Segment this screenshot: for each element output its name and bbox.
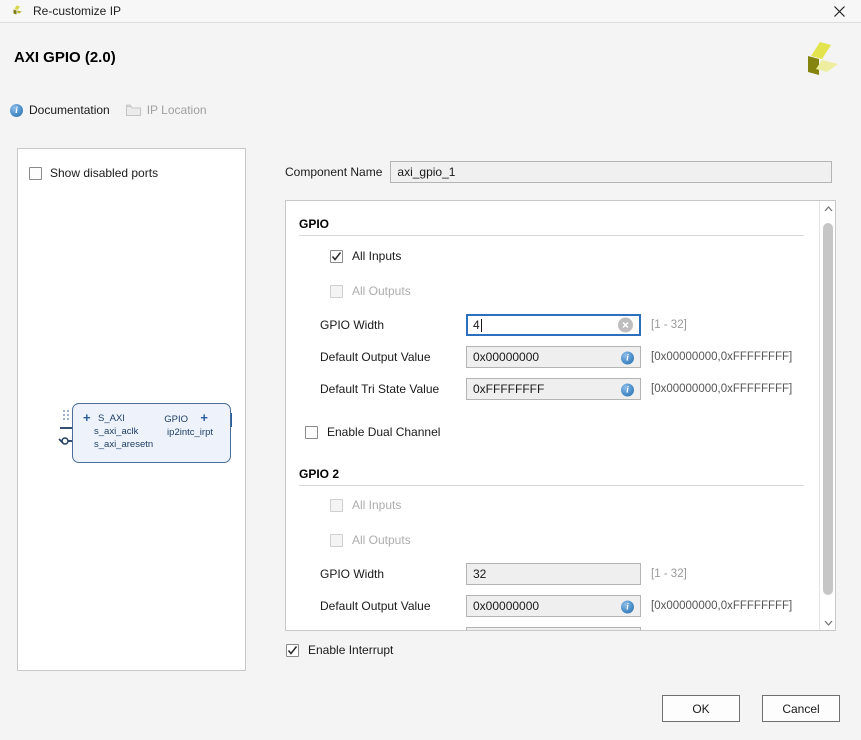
group-rule-gpio xyxy=(299,235,804,236)
enable-dual-channel-checkbox-box xyxy=(305,425,318,439)
port-label-gpio: GPIO xyxy=(164,414,188,425)
component-name-row: Component Name axi_gpio_1 xyxy=(285,160,836,183)
gpio-expand-icon[interactable]: + xyxy=(200,411,208,424)
show-disabled-ports-checkbox[interactable]: Show disabled ports xyxy=(29,166,158,180)
gpio2-clipped-input[interactable] xyxy=(466,627,641,630)
ok-button[interactable]: OK xyxy=(662,695,740,722)
enable-dual-channel-label: Enable Dual Channel xyxy=(327,425,441,439)
show-disabled-ports-checkbox-box xyxy=(29,166,42,180)
window-title: Re-customize IP xyxy=(33,4,122,18)
gpio2-default-output-value-text: 0x00000000 xyxy=(473,599,540,613)
info-icon: i xyxy=(10,103,23,117)
port-label-s-axi-aresetn: s_axi_aresetn xyxy=(94,439,154,450)
enable-interrupt-checkbox[interactable]: Enable Interrupt xyxy=(286,643,393,657)
saxi-expand-icon[interactable]: + xyxy=(83,411,91,424)
gpio2-default-output-value-row: Default Output Value 0x00000000 i [0x000… xyxy=(320,595,792,617)
ip-block-diagram: + S_AXI s_axi_aclk s_axi_aresetn GPIO + … xyxy=(54,398,234,468)
cancel-button[interactable]: Cancel xyxy=(762,695,840,722)
enable-interrupt-checkbox-box xyxy=(286,643,299,657)
gpio-width-input-value: 4 xyxy=(473,318,480,332)
gpio-width-range: [1 - 32] xyxy=(651,319,687,331)
gpio2-width-input-value: 32 xyxy=(473,567,487,581)
scroll-down-icon[interactable] xyxy=(820,615,835,630)
gpio-default-output-value-input[interactable]: 0x00000000 i xyxy=(466,346,641,368)
info-icon[interactable]: i xyxy=(621,599,634,614)
gpio2-default-output-value-range: [0x00000000,0xFFFFFFFF] xyxy=(651,600,793,612)
gpio-all-outputs-label: All Outputs xyxy=(352,284,411,298)
close-icon[interactable] xyxy=(817,0,861,23)
gpio-default-tri-state-value-range: [0x00000000,0xFFFFFFFF] xyxy=(651,383,793,395)
gpio-all-outputs-checkbox-box xyxy=(330,284,343,298)
dialog-header: AXI GPIO (2.0) i Documentation IP Locati… xyxy=(0,24,861,128)
component-name-input[interactable]: axi_gpio_1 xyxy=(390,160,833,183)
ip-config-scroll-pane: GPIO All Inputs All Outputs GPIO Width 4 xyxy=(285,200,836,631)
header-links: i Documentation IP Location xyxy=(10,103,207,117)
gpio-width-row: GPIO Width 4 [1 - 32] xyxy=(320,314,687,336)
port-label-s-axi: S_AXI xyxy=(98,413,125,424)
gpio-default-output-value-text: 0x00000000 xyxy=(473,350,540,364)
page-title: AXI GPIO (2.0) xyxy=(14,49,116,66)
gpio2-all-outputs-checkbox-box xyxy=(330,533,343,547)
xilinx-logo xyxy=(795,36,843,84)
group-rule-gpio2 xyxy=(299,485,804,486)
gpio2-clipped-row xyxy=(320,627,641,630)
gpio2-width-row: GPIO Width 32 [1 - 32] xyxy=(320,563,687,585)
vertical-scrollbar[interactable] xyxy=(819,201,835,630)
gpio2-default-output-value-label: Default Output Value xyxy=(320,599,431,613)
group-title-gpio2: GPIO 2 xyxy=(299,467,340,481)
gpio-all-inputs-checkbox[interactable]: All Inputs xyxy=(330,249,401,263)
folder-icon xyxy=(125,104,141,116)
gpio-default-output-value-row: Default Output Value 0x00000000 i [0x000… xyxy=(320,346,792,368)
documentation-link[interactable]: i Documentation xyxy=(10,103,110,117)
enable-dual-channel-checkbox[interactable]: Enable Dual Channel xyxy=(305,425,440,439)
gpio2-width-input[interactable]: 32 xyxy=(466,563,641,585)
gpio-default-tri-state-value-label: Default Tri State Value xyxy=(320,382,440,396)
gpio-width-label: GPIO Width xyxy=(320,318,385,332)
gpio2-all-inputs-label: All Inputs xyxy=(352,498,402,512)
documentation-link-label: Documentation xyxy=(29,103,110,117)
port-label-ip2intc-irpt: ip2intc_irpt xyxy=(167,427,213,438)
gpio2-all-outputs-checkbox[interactable]: All Outputs xyxy=(330,533,411,547)
gpio-default-tri-state-value-row: Default Tri State Value 0xFFFFFFFF i [0x… xyxy=(320,378,792,400)
gpio-default-tri-state-value-input[interactable]: 0xFFFFFFFF i xyxy=(466,378,641,400)
gpio2-default-output-value-input[interactable]: 0x00000000 i xyxy=(466,595,641,617)
group-title-gpio: GPIO xyxy=(299,217,330,231)
component-name-label: Component Name xyxy=(285,164,383,179)
port-label-s-axi-aclk: s_axi_aclk xyxy=(94,426,139,437)
info-icon[interactable]: i xyxy=(621,350,634,365)
gpio-default-output-value-label: Default Output Value xyxy=(320,350,431,364)
gpio-all-outputs-checkbox[interactable]: All Outputs xyxy=(330,284,411,298)
ip-symbol-preview-panel: Show disabled ports + S_AXI s_axi_aclk s… xyxy=(17,148,246,671)
gpio-all-inputs-checkbox-box xyxy=(330,249,343,263)
gpio2-width-label: GPIO Width xyxy=(320,567,385,581)
ip-location-link[interactable]: IP Location xyxy=(125,103,207,117)
show-disabled-ports-label: Show disabled ports xyxy=(50,166,159,180)
enable-interrupt-label: Enable Interrupt xyxy=(308,643,394,657)
gpio2-all-inputs-checkbox[interactable]: All Inputs xyxy=(330,498,401,512)
gpio2-width-range: [1 - 32] xyxy=(651,568,687,580)
text-caret xyxy=(480,318,482,332)
window-titlebar: Re-customize IP xyxy=(0,0,861,23)
gpio2-all-inputs-checkbox-box xyxy=(330,498,343,512)
scrollbar-thumb[interactable] xyxy=(823,223,833,595)
gpio-default-output-value-range: [0x00000000,0xFFFFFFFF] xyxy=(651,351,793,363)
info-icon[interactable]: i xyxy=(621,382,634,397)
scroll-up-icon[interactable] xyxy=(820,201,835,216)
clear-icon[interactable] xyxy=(618,317,633,333)
xilinx-logo-icon xyxy=(9,3,25,19)
gpio-all-inputs-label: All Inputs xyxy=(352,249,402,263)
ip-config-content: GPIO All Inputs All Outputs GPIO Width 4 xyxy=(286,201,820,630)
gpio-width-input[interactable]: 4 xyxy=(466,314,641,336)
ip-location-link-label: IP Location xyxy=(146,103,207,117)
gpio-default-tri-state-value-text: 0xFFFFFFFF xyxy=(473,382,545,396)
gpio2-all-outputs-label: All Outputs xyxy=(352,533,411,547)
